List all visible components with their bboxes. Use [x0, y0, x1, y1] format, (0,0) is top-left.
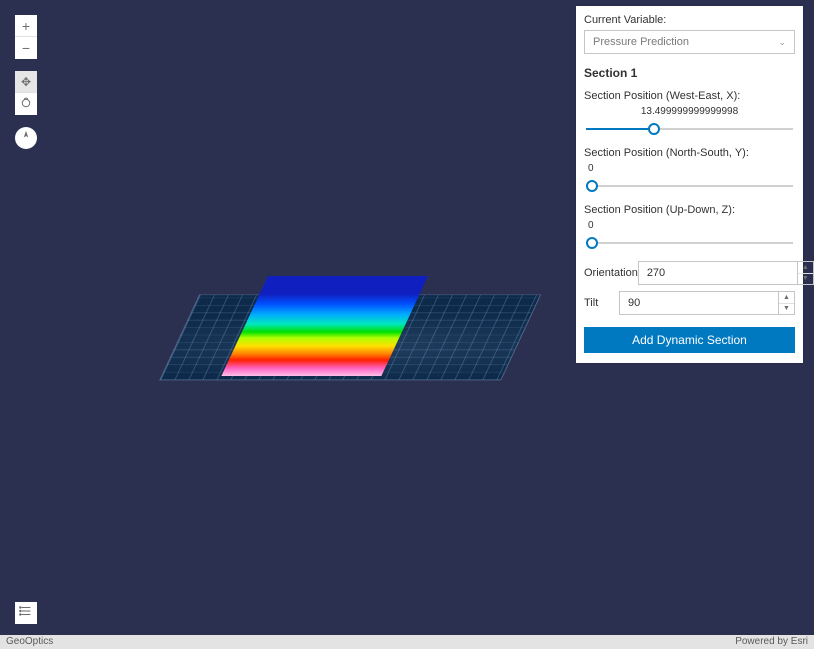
- zoom-out-button[interactable]: −: [15, 37, 37, 59]
- tilt-step-up[interactable]: ▲: [779, 292, 794, 303]
- zoom-in-button[interactable]: +: [15, 15, 37, 37]
- add-dynamic-section-button[interactable]: Add Dynamic Section: [584, 327, 795, 353]
- plus-icon: +: [22, 18, 30, 34]
- compass-icon: [20, 129, 32, 147]
- slider-thumb[interactable]: [648, 123, 660, 135]
- pos-y-slider[interactable]: [584, 176, 795, 196]
- orientation-step-down[interactable]: ▼: [798, 273, 813, 285]
- slider-fill: [586, 128, 656, 130]
- orientation-label: Orientation: [584, 267, 638, 279]
- current-variable-label: Current Variable:: [584, 14, 795, 26]
- rotate-button[interactable]: [15, 93, 37, 115]
- pos-x-slider[interactable]: [584, 119, 795, 139]
- slider-thumb[interactable]: [586, 237, 598, 249]
- tilt-label: Tilt: [584, 297, 619, 309]
- chevron-down-icon: ⌄: [778, 37, 786, 48]
- pos-z-slider[interactable]: [584, 233, 795, 253]
- legend-icon: [19, 604, 33, 623]
- minus-icon: −: [22, 40, 30, 56]
- slider-thumb[interactable]: [586, 180, 598, 192]
- pan-button[interactable]: ✥: [15, 71, 37, 93]
- chevron-down-icon: ▼: [802, 275, 809, 282]
- zoom-group: + −: [15, 15, 37, 59]
- current-variable-value: Pressure Prediction: [593, 36, 689, 48]
- slider-track: [586, 185, 793, 187]
- tilt-spinner: ▲ ▼: [619, 291, 795, 315]
- orientation-spinner: ▲ ▼: [638, 261, 814, 285]
- attribution-bar: GeoOptics Powered by Esri: [0, 635, 814, 649]
- pos-y-value: 0: [584, 163, 795, 174]
- control-panel: Current Variable: Pressure Prediction ⌄ …: [576, 6, 803, 363]
- legend-button[interactable]: [15, 602, 37, 624]
- pos-x-value: 13.499999999999998: [584, 106, 795, 117]
- current-variable-select[interactable]: Pressure Prediction ⌄: [584, 30, 795, 54]
- pos-y-label: Section Position (North-South, Y):: [584, 147, 795, 159]
- chevron-up-icon: ▲: [783, 294, 790, 301]
- tilt-step-down[interactable]: ▼: [779, 303, 794, 315]
- chevron-up-icon: ▲: [802, 264, 809, 271]
- slider-track: [586, 242, 793, 244]
- pos-z-label: Section Position (Up-Down, Z):: [584, 204, 795, 216]
- rotate-icon: [20, 97, 32, 112]
- orientation-input[interactable]: [639, 262, 797, 284]
- pan-icon: ✥: [21, 75, 31, 89]
- nav-group: ✥: [15, 71, 37, 115]
- pos-z-value: 0: [584, 220, 795, 231]
- section-title: Section 1: [584, 66, 795, 80]
- pos-x-label: Section Position (West-East, X):: [584, 90, 795, 102]
- orientation-step-up[interactable]: ▲: [798, 262, 813, 273]
- tilt-input[interactable]: [620, 292, 778, 314]
- chevron-down-icon: ▼: [783, 305, 790, 312]
- attribution-right: Powered by Esri: [735, 635, 808, 649]
- attribution-left: GeoOptics: [6, 635, 53, 649]
- compass-button[interactable]: [15, 127, 37, 149]
